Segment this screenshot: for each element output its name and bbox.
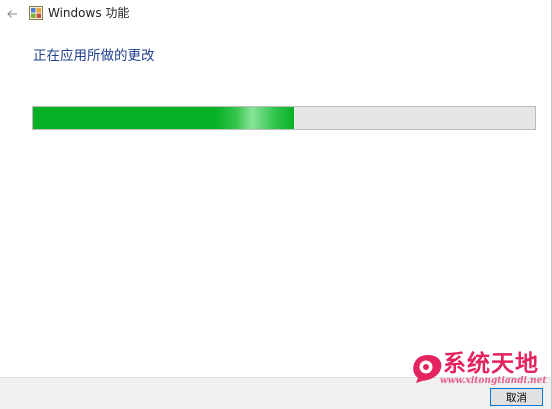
page-heading: 正在应用所做的更改 bbox=[33, 48, 155, 64]
watermark-url: www.xitongtiandi.net bbox=[440, 376, 547, 386]
progress-bar bbox=[32, 106, 536, 130]
windows-features-icon bbox=[29, 6, 43, 20]
back-button[interactable] bbox=[2, 4, 22, 24]
back-arrow-icon bbox=[7, 10, 17, 18]
window-title: Windows 功能 bbox=[48, 6, 130, 20]
title-bar: Windows 功能 bbox=[0, 0, 552, 30]
watermark: 系统天地 www.xitongtiandi.net bbox=[410, 351, 550, 392]
watermark-text: 系统天地 bbox=[443, 351, 539, 377]
progress-fill bbox=[33, 107, 295, 129]
windows-features-dialog: Windows 功能 正在应用所做的更改 取消 系统天地 www.xitongt… bbox=[0, 0, 552, 409]
